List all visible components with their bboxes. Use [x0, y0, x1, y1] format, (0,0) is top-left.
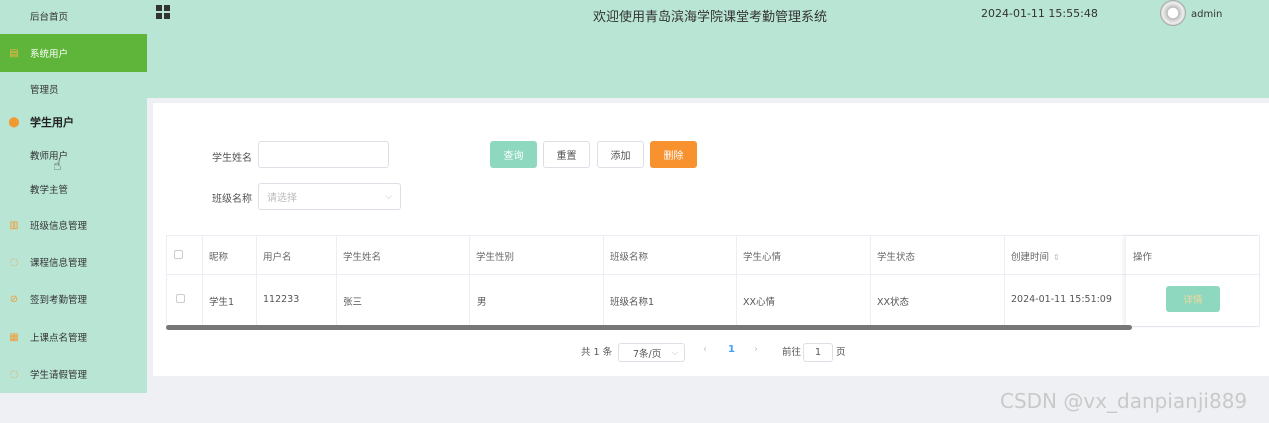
sidebar-item-label: 签到考勤管理: [30, 295, 88, 306]
column-header-mood: 学生心情: [743, 252, 782, 263]
column-header-class-name: 班级名称: [610, 252, 649, 263]
chevron-down-icon: ⌵: [385, 191, 392, 202]
student-name-input[interactable]: [258, 141, 389, 168]
current-page[interactable]: 1: [728, 344, 735, 355]
sidebar-item-leave[interactable]: ◌ 学生请假管理: [0, 362, 147, 386]
sidebar-item-class-info[interactable]: ▥ 班级信息管理: [0, 213, 147, 237]
column-header-gender: 学生性别: [476, 252, 515, 263]
sidebar-item-label: 学生请假管理: [30, 370, 88, 381]
goto-page-input[interactable]: 1: [803, 343, 833, 362]
col-divider: [202, 236, 203, 326]
cell-nickname: 学生1: [209, 297, 235, 308]
page-size-select[interactable]: 7条/页 ⌵: [618, 343, 685, 362]
cell-created-time: 2024-01-11 15:51:09: [1011, 294, 1112, 305]
sidebar-item-student-users[interactable]: ⬤ 学生用户: [0, 110, 147, 134]
sidebar-item-system-users[interactable]: ▤ 系统用户: [0, 34, 147, 72]
sidebar-item-home[interactable]: 后台首页: [0, 5, 147, 27]
prev-page-button[interactable]: ‹: [703, 344, 707, 355]
header-divider: [167, 274, 1259, 275]
select-all-checkbox[interactable]: [174, 250, 183, 259]
column-header-student-name: 学生姓名: [343, 252, 382, 263]
col-divider: [256, 236, 257, 326]
sidebar-item-admin[interactable]: 管理员: [0, 78, 147, 100]
detail-button[interactable]: 详情: [1166, 286, 1220, 312]
sidebar-item-label: 上课点名管理: [30, 333, 88, 344]
query-button[interactable]: 查询: [490, 141, 537, 168]
delete-button[interactable]: 删除: [650, 141, 697, 168]
add-button[interactable]: 添加: [597, 141, 644, 168]
column-header-username: 用户名: [263, 252, 292, 263]
sidebar-item-label: 管理员: [30, 85, 59, 96]
cell-username: 112233: [263, 294, 300, 305]
class-name-label: 班级名称: [212, 194, 252, 205]
check-circle-icon: ⊘: [9, 293, 19, 305]
data-table: [166, 235, 1260, 327]
menu-grid-icon[interactable]: [156, 5, 170, 19]
sidebar-item-teaching-supervisor[interactable]: 教学主管: [0, 178, 147, 200]
sidebar-item-label: 教学主管: [30, 185, 69, 196]
horizontal-scrollbar[interactable]: [166, 325, 1132, 330]
next-page-button[interactable]: ›: [754, 344, 758, 355]
page-size-value: 7条/页: [633, 348, 662, 360]
chat-bubble-icon: ◌: [9, 256, 19, 268]
col-divider: [736, 236, 737, 326]
chevron-down-icon: ⌵: [671, 347, 678, 357]
column-header-actions: 操作: [1133, 252, 1153, 263]
sidebar-item-label: 教师用户: [30, 151, 69, 162]
sidebar-item-roll-call[interactable]: ▦ 上课点名管理: [0, 325, 147, 349]
cell-mood: XX心情: [743, 297, 776, 308]
cell-status: XX状态: [877, 297, 910, 308]
avatar[interactable]: [1160, 0, 1186, 26]
cell-student-name: 张三: [343, 297, 363, 308]
class-name-select[interactable]: 请选择 ⌵: [258, 183, 401, 210]
student-name-label: 学生姓名: [212, 153, 252, 164]
document-icon: ▦: [9, 331, 19, 343]
sidebar-item-label: 课程信息管理: [30, 258, 88, 269]
sidebar-item-label: 学生用户: [30, 116, 74, 129]
cell-class-name: 班级名称1: [610, 297, 655, 308]
grid-doc-icon: ▤: [9, 47, 19, 59]
chat-bubble-icon: ◌: [9, 368, 19, 380]
pagination-total: 共 1 条: [581, 347, 613, 358]
column-header-status: 学生状态: [877, 252, 916, 263]
col-divider: [870, 236, 871, 326]
cell-gender: 男: [477, 297, 487, 308]
col-divider: [603, 236, 604, 326]
sidebar: 后台首页 ▤ 系统用户 管理员 ⬤ 学生用户 教师用户 教学主管 ▥ 班级信息管…: [0, 0, 147, 393]
reset-button[interactable]: 重置: [543, 141, 590, 168]
location-pin-icon: ⬤: [8, 116, 20, 128]
current-datetime: 2024-01-11 15:55:48: [981, 7, 1098, 20]
sidebar-item-label: 后台首页: [30, 12, 69, 23]
class-select-placeholder: 请选择: [267, 193, 297, 204]
row-checkbox[interactable]: [176, 294, 185, 303]
bar-chart-icon: ▥: [9, 219, 19, 231]
column-header-created-time[interactable]: 创建时间 ⇕: [1011, 249, 1060, 263]
sort-icon[interactable]: ⇕: [1053, 253, 1060, 262]
column-header-nickname: 昵称: [209, 252, 229, 263]
watermark: CSDN @vx_danpianji889: [1000, 389, 1248, 413]
sidebar-item-course-info[interactable]: ◌ 课程信息管理: [0, 250, 147, 274]
hand-cursor-icon: ☝: [53, 158, 62, 174]
goto-label: 前往: [782, 347, 802, 358]
page-unit-label: 页: [836, 347, 846, 358]
user-name[interactable]: admin: [1191, 9, 1222, 20]
sidebar-item-teacher-users[interactable]: 教师用户: [0, 144, 147, 166]
sidebar-item-label: 班级信息管理: [30, 221, 88, 232]
sidebar-item-attendance[interactable]: ⊘ 签到考勤管理: [0, 287, 147, 311]
app-title: 欢迎使用青岛滨海学院课堂考勤管理系统: [593, 10, 828, 25]
col-divider: [469, 236, 470, 326]
sidebar-item-label: 系统用户: [30, 49, 69, 60]
col-divider: [1004, 236, 1005, 326]
col-divider: [336, 236, 337, 326]
